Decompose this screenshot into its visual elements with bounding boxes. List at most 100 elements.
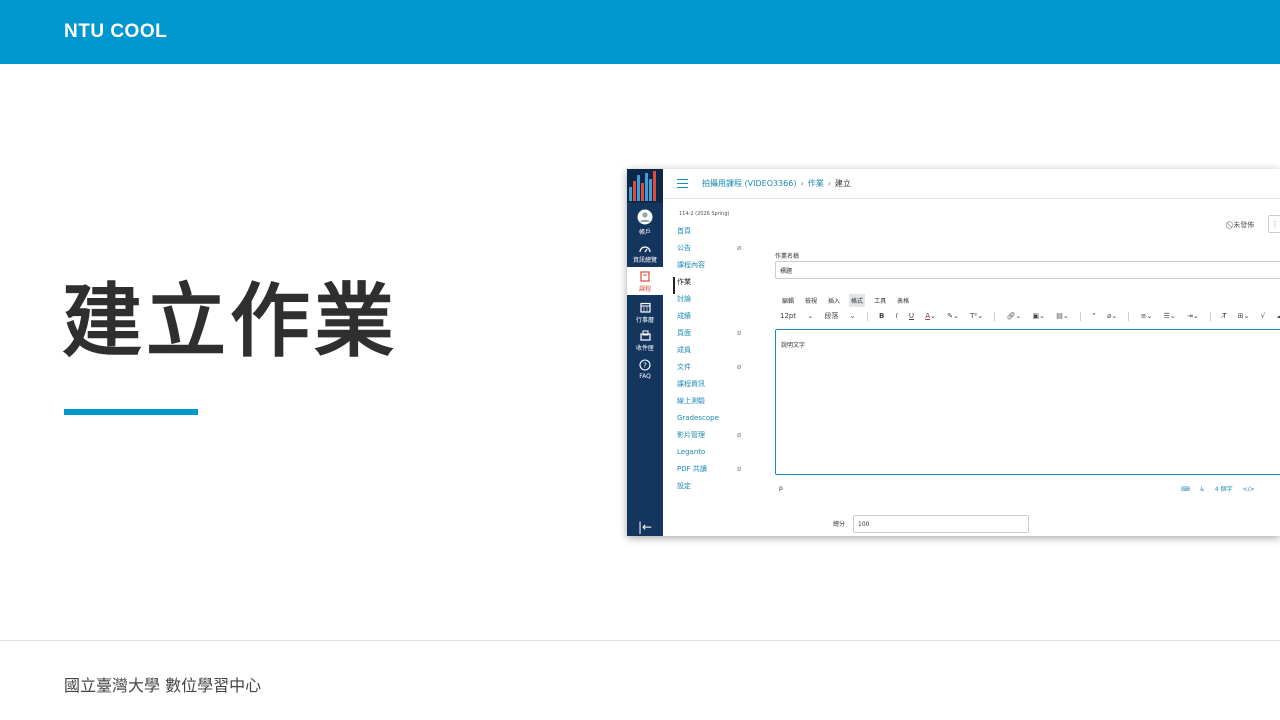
menu-insert[interactable]: 插入 [826,294,842,307]
more-options-icon[interactable]: ⋮ [1268,215,1280,233]
brand-title: NTU COOL [64,21,168,42]
course-nav-item[interactable]: PDF 共讀 ø [677,464,747,481]
gnav-inbox[interactable]: 收件匣 [627,330,663,352]
help-icon: ? [639,359,651,371]
menu-edit[interactable]: 編輯 [780,294,796,307]
course-nav-item[interactable]: 成員 [677,345,747,362]
editor-content: 說明文字 [781,342,806,349]
align-icon[interactable]: ≡⌄ [1141,312,1153,320]
word-count: 4 個字 [1214,486,1233,493]
top-banner: NTU COOL [0,0,1280,64]
course-nav-item[interactable]: 影片管理 ø [677,430,747,447]
accessibility-icon[interactable]: ♿ [1200,486,1205,493]
course-nav-item[interactable]: 線上測驗 [677,396,747,413]
global-nav: 帳戶 資訊總覽 課程 行事曆 收件匣 ? FAQ |← [627,169,663,536]
course-nav-item[interactable]: Gradescope [677,413,747,430]
menu-table[interactable]: 表格 [895,294,911,307]
menu-format[interactable]: 格式 [849,294,866,307]
remove-format-icon[interactable]: T̸ [1222,312,1226,320]
collapse-nav-button[interactable]: |← [638,520,652,534]
breadcrumb-current: 建立 [834,179,851,188]
course-nav-item[interactable]: 公告 ø [677,243,747,260]
gnav-faq[interactable]: ? FAQ [627,359,663,380]
superscript-icon[interactable]: T²⌄ [970,312,983,320]
menu-view[interactable]: 檢視 [803,294,819,307]
hidden-eye-icon: ø [737,431,742,439]
editor-status-tools: ⌨ ♿ 4 個字 </> [1181,484,1263,493]
course-nav-item[interactable]: 課程資訊 [677,379,747,396]
table-icon[interactable]: ⊞⌄ [1238,312,1250,320]
course-nav-item[interactable]: 文件 ø [677,362,747,379]
gnav-courses-label: 課程 [638,286,651,293]
gnav-dashboard[interactable]: 資訊總覽 [627,244,663,264]
course-nav-item[interactable]: 設定 [677,481,747,498]
breadcrumb-bar: 拍攝用課程 (VIDEO3366) › 作業 › 建立 [663,169,1280,199]
assignment-name-input[interactable]: 標題 [775,261,1280,279]
gnav-dashboard-label: 資訊總覽 [632,257,657,264]
clear-format-icon[interactable]: ⌀⌄ [1107,312,1117,320]
footer-divider [0,640,1280,641]
unpublished-status[interactable]: ⃠ 未發佈 [1231,220,1254,230]
points-input[interactable]: 100 [853,515,1029,533]
breadcrumb-section[interactable]: 作業 [808,179,824,188]
footer-org: 國立臺灣大學 數位學習中心 [64,676,262,695]
breadcrumb: 拍攝用課程 (VIDEO3366) › 作業 › 建立 [702,179,851,188]
italic-icon[interactable]: I [896,312,898,320]
list-icon[interactable]: ☰⌄ [1164,312,1176,320]
course-nav-item[interactable]: 課程內容 [677,260,747,277]
hidden-eye-icon: ø [737,244,742,252]
menu-tools[interactable]: 工具 [872,294,888,307]
highlight-icon[interactable]: ✎⌄ [947,312,959,320]
course-nav-item[interactable]: 討論 [677,294,747,311]
points-label: 總分 [833,521,846,528]
course-nav-item[interactable]: Leganto [677,447,747,464]
link-icon[interactable]: 🔗︎⌄ [1007,312,1022,320]
underline-icon[interactable]: U [909,312,914,320]
gnav-calendar-label: 行事曆 [635,317,654,324]
course-nav: 首頁 公告 ø 課程內容 作業 討論 成績 頁面 ø 成員 文件 ø 課程資訊 線上測… [673,226,747,498]
gnav-account-label: 帳戶 [638,229,651,236]
breadcrumb-course[interactable]: 拍攝用課程 (VIDEO3366) [702,179,797,188]
math-icon[interactable]: √ [1261,312,1265,320]
course-nav-item[interactable]: 作業 [673,277,747,294]
term-label: 114-2 (2026 Spring) [679,211,730,217]
title-underline [64,409,198,415]
rich-text-editor[interactable]: 說明文字 [775,329,1280,475]
course-nav-item[interactable]: 頁面 ø [677,328,747,345]
course-nav-item[interactable]: 首頁 [677,226,747,243]
editor-toolbar: 12pt ⌄ 段落 ⌄ B I U A⌄ ✎⌄ T²⌄ 🔗︎⌄ ▣⌄ ▤⌄ ” … [780,311,1280,321]
inbox-icon [639,330,651,341]
bold-icon[interactable]: B [879,312,884,320]
canvas-screenshot: 帳戶 資訊總覽 課程 行事曆 收件匣 ? FAQ |← 拍攝用課程 (VIDEO… [627,169,1280,536]
logo [627,169,663,203]
book-icon [640,271,650,282]
html-editor-toggle[interactable]: </> [1243,486,1255,493]
editor-menubar: 編輯 檢視 插入 格式 工具 表格 [780,294,918,307]
editor-status-path: p [779,485,783,492]
hamburger-menu-icon[interactable] [677,179,688,188]
indent-icon[interactable]: ⇥⌄ [1187,312,1199,320]
gnav-inbox-label: 收件匣 [635,345,654,352]
gnav-account[interactable]: 帳戶 [627,209,663,236]
calendar-icon [639,302,651,313]
user-avatar-icon [637,209,653,225]
document-icon[interactable]: ▤⌄ [1056,312,1068,320]
gnav-courses[interactable]: 課程 [627,267,663,295]
assignment-name-label: 作業名稱 [775,253,800,260]
block-format-select[interactable]: 段落 ⌄ [824,311,855,321]
slide-title: 建立作業 [62,275,398,368]
gnav-calendar[interactable]: 行事曆 [627,302,663,324]
dashboard-icon [639,246,651,253]
hidden-eye-icon: ø [737,363,742,371]
image-icon[interactable]: ▣⌄ [1033,312,1045,320]
hidden-eye-icon: ø [737,465,742,473]
hidden-eye-icon: ø [737,329,742,337]
svg-text:?: ? [643,362,647,370]
quote-icon[interactable]: ” [1092,312,1096,320]
gnav-faq-label: FAQ [639,373,651,380]
text-color-icon[interactable]: A⌄ [925,312,936,320]
cloud-icon[interactable]: ☁ [1276,312,1280,320]
course-nav-item[interactable]: 成績 [677,311,747,328]
keyboard-icon[interactable]: ⌨ [1181,486,1190,493]
font-size-select[interactable]: 12pt ⌄ [780,312,813,320]
